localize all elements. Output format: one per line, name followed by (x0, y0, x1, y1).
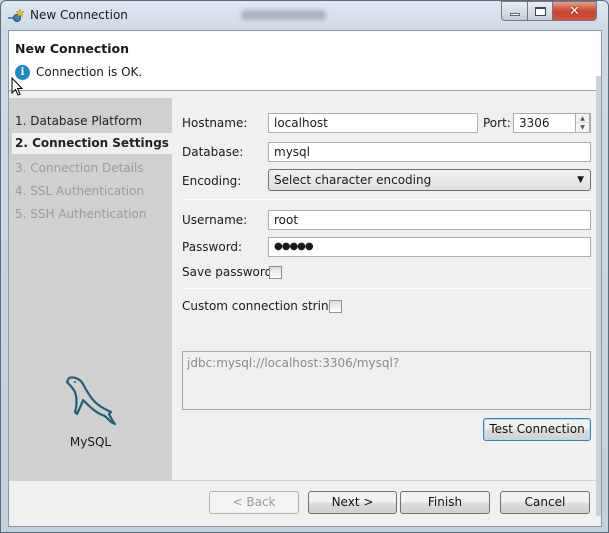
encoding-value: Select character encoding (274, 173, 432, 187)
step-ssh-authentication: 5. SSH Authentication (15, 207, 147, 221)
finish-button[interactable]: Finish (400, 491, 490, 514)
title-bar[interactable]: New Connection ✕ (1, 1, 608, 29)
step-connection-details: 3. Connection Details (15, 161, 144, 175)
minimize-button[interactable] (501, 1, 527, 21)
separator (182, 199, 591, 200)
connection-settings-form: Hostname: localhost Port: 3306 ▲ ▼ Datab… (172, 98, 601, 480)
background-window-title (241, 10, 326, 20)
password-label: Password: (182, 240, 243, 254)
back-button: < Back (209, 491, 299, 514)
maximize-button[interactable] (527, 1, 552, 21)
port-label: Port: (483, 116, 511, 130)
mysql-dolphin-icon (65, 376, 117, 426)
hostname-input[interactable]: localhost (268, 113, 478, 133)
wizard-steps-sidebar: 1. Database Platform 2. Connection Setti… (9, 98, 172, 480)
custom-connection-string-label: Custom connection string: (182, 299, 341, 313)
next-button[interactable]: Next > (308, 491, 397, 514)
cancel-button[interactable]: Cancel (500, 491, 590, 514)
dialog-window: New Connection ✕ New Connection i Connec… (0, 0, 609, 533)
app-connection-icon (8, 8, 25, 22)
footer-separator (9, 480, 601, 481)
spin-down-icon[interactable]: ▼ (576, 123, 589, 132)
chevron-down-icon: ▼ (577, 175, 584, 185)
encoding-label: Encoding: (182, 174, 242, 188)
window-title: New Connection (30, 8, 128, 22)
wizard-header: New Connection i Connection is OK. (9, 31, 601, 91)
separator (182, 288, 591, 289)
maximize-icon (534, 6, 546, 16)
save-password-checkbox[interactable] (269, 266, 282, 279)
minimize-icon (509, 12, 520, 16)
page-title: New Connection (15, 41, 130, 56)
username-label: Username: (182, 213, 248, 227)
username-input[interactable]: root (268, 210, 591, 230)
spin-up-icon[interactable]: ▲ (576, 114, 589, 123)
save-password-label: Save password: (182, 265, 277, 279)
test-connection-button[interactable]: Test Connection (483, 418, 591, 441)
status-message: Connection is OK. (36, 65, 143, 79)
dialog-client: New Connection i Connection is OK. 1. Da… (8, 30, 602, 527)
window-edge (596, 76, 601, 516)
close-button[interactable]: ✕ (552, 1, 597, 21)
database-label: Database: (182, 145, 244, 159)
platform-name: MySQL (69, 435, 112, 449)
port-stepper[interactable]: ▲ ▼ (575, 113, 590, 133)
database-input[interactable]: mysql (268, 142, 591, 162)
connection-string-textarea[interactable]: jdbc:mysql://localhost:3306/mysql? (182, 351, 591, 410)
close-icon: ✕ (569, 3, 580, 19)
encoding-select[interactable]: Select character encoding ▼ (268, 169, 591, 191)
hostname-label: Hostname: (182, 116, 248, 130)
custom-connection-string-checkbox[interactable] (329, 300, 342, 313)
password-input[interactable]: ●●●●● (268, 237, 591, 257)
step-database-platform[interactable]: 1. Database Platform (15, 114, 142, 128)
mouse-cursor-icon (11, 77, 23, 96)
step-connection-settings[interactable]: 2. Connection Settings (12, 133, 172, 154)
step-ssl-authentication: 4. SSL Authentication (15, 184, 145, 198)
